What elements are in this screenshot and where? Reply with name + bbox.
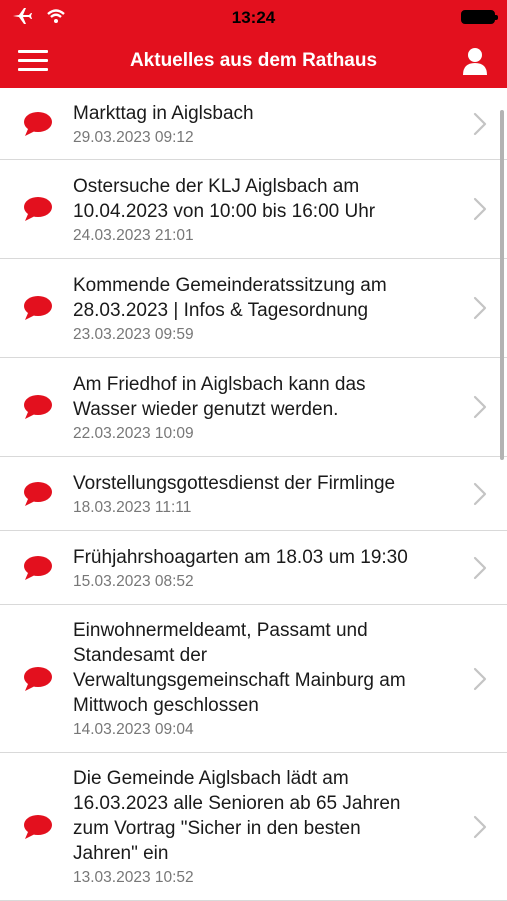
list-item-text: Einwohnermeldeamt, Passamt und Standesamt… <box>73 618 453 740</box>
list-item-date: 24.03.2023 21:01 <box>73 227 194 244</box>
list-item-title: Kommende Gemeinderatssitzung am <box>73 275 387 296</box>
list-item-text: Kommende Gemeinderatssitzung am 28.03.202… <box>73 273 453 345</box>
speech-bubble-icon <box>24 555 52 580</box>
list-item-title: Jahren" ein <box>73 843 169 864</box>
list-item-title: Verwaltungsgemeinschaft Mainburg am <box>73 670 406 691</box>
speech-bubble-icon <box>24 666 52 691</box>
list-item-title: Ostersuche der KLJ Aiglsbach am <box>73 176 360 197</box>
list-item-text: Markttag in Aiglsbach 29.03.2023 09:12 <box>73 101 453 148</box>
status-bar: 13:24 <box>0 0 507 34</box>
battery-icon <box>461 10 498 24</box>
list-item[interactable]: Die Gemeinde Aiglsbach lädt am 16.03.2023… <box>0 753 507 901</box>
user-profile-icon[interactable] <box>461 46 489 76</box>
speech-bubble-icon <box>24 814 52 839</box>
list-item-title: 28.03.2023 | Infos & Tagesordnung <box>73 300 369 321</box>
list-item-title: Vorstellungsgottesdienst der Firmlinge <box>73 473 396 494</box>
list-item-text: Am Friedhof in Aiglsbach kann das Wasser … <box>73 372 453 444</box>
list-item-text: Frühjahrshoagarten am 18.03 um 19:30 15.0… <box>73 545 453 592</box>
status-time: 13:24 <box>231 8 276 27</box>
list-item-title: Die Gemeinde Aiglsbach lädt am <box>73 768 349 789</box>
page-title: Aktuelles aus dem Rathaus <box>129 50 378 71</box>
list-item-title: Standesamt der <box>73 645 208 666</box>
list-item-text: Vorstellungsgottesdienst der Firmlinge 18… <box>73 471 453 518</box>
list-item-title: 16.03.2023 alle Senioren ab 65 Jahren <box>73 793 401 814</box>
list-item[interactable]: Frühjahrshoagarten am 18.03 um 19:30 15.0… <box>0 531 507 605</box>
list-item-date: 13.03.2023 10:52 <box>73 869 194 886</box>
chevron-right-icon <box>473 296 487 320</box>
list-item-text: Ostersuche der KLJ Aiglsbach am 10.04.202… <box>73 174 453 246</box>
scrollbar[interactable] <box>500 110 504 460</box>
list-item-title: Am Friedhof in Aiglsbach kann das <box>73 374 366 395</box>
chevron-right-icon <box>473 482 487 505</box>
list-item-title: Frühjahrshoagarten am 18.03 um 19:30 <box>73 547 408 568</box>
nav-bar: Aktuelles aus dem Rathaus <box>0 34 507 88</box>
chevron-right-icon <box>473 197 487 221</box>
list-item-text: Die Gemeinde Aiglsbach lädt am 16.03.2023… <box>73 766 453 888</box>
chevron-right-icon <box>473 395 487 419</box>
list-item[interactable]: Einwohnermeldeamt, Passamt und Standesamt… <box>0 605 507 753</box>
app-header: 13:24 Aktuelles aus dem Rathaus <box>0 0 507 88</box>
chevron-right-icon <box>473 556 487 579</box>
speech-bubble-icon <box>24 111 52 136</box>
chevron-right-icon <box>473 667 487 690</box>
list-item-title: Markttag in Aiglsbach <box>73 103 254 124</box>
list-item-title: Wasser wieder genutzt werden. <box>73 399 339 420</box>
list-item[interactable]: Kommende Gemeinderatssitzung am 28.03.202… <box>0 259 507 358</box>
list-item-date: 15.03.2023 08:52 <box>73 573 194 590</box>
list-item-title: Mittwoch geschlossen <box>73 695 259 716</box>
list-item-title: Einwohnermeldeamt, Passamt und <box>73 620 368 641</box>
list-item[interactable]: Am Friedhof in Aiglsbach kann das Wasser … <box>0 358 507 457</box>
news-list: Markttag in Aiglsbach 29.03.2023 09:12 Ost… <box>0 88 507 901</box>
speech-bubble-icon <box>24 296 52 320</box>
list-item-date: 23.03.2023 09:59 <box>73 326 194 343</box>
list-item-date: 22.03.2023 10:09 <box>73 425 194 442</box>
list-item[interactable]: Vorstellungsgottesdienst der Firmlinge 18… <box>0 457 507 531</box>
chevron-right-icon <box>473 112 487 135</box>
list-item-date: 14.03.2023 09:04 <box>73 721 194 738</box>
list-item[interactable]: Markttag in Aiglsbach 29.03.2023 09:12 <box>0 88 507 160</box>
speech-bubble-icon <box>24 395 52 419</box>
speech-bubble-icon <box>24 197 52 221</box>
list-item-date: 18.03.2023 11:11 <box>73 499 192 516</box>
list-item[interactable]: Ostersuche der KLJ Aiglsbach am 10.04.202… <box>0 160 507 259</box>
list-item-title: zum Vortrag "Sicher in den besten <box>73 818 361 839</box>
speech-bubble-icon <box>24 481 52 506</box>
chevron-right-icon <box>473 815 487 838</box>
list-item-date: 29.03.2023 09:12 <box>73 129 194 146</box>
list-item-title: 10.04.2023 von 10:00 bis 16:00 Uhr <box>73 201 376 222</box>
